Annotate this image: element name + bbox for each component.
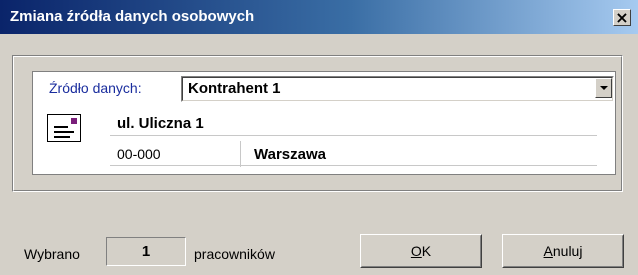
close-button[interactable]: × (613, 9, 631, 26)
title-bar[interactable]: Zmiana źródła danych osobowych × (0, 0, 638, 34)
address-card-icon (47, 114, 81, 142)
label-rest: K (421, 243, 432, 259)
ok-button-label: OK (361, 243, 481, 259)
source-label: Źródło danych: (49, 80, 142, 96)
selected-prefix-label: Wybrano (24, 246, 80, 262)
stamp-mark (71, 118, 77, 124)
cancel-button[interactable]: Anuluj (502, 234, 624, 268)
city-value: Warszawa (254, 146, 326, 163)
source-dropdown[interactable]: Kontrahent 1 (181, 76, 614, 102)
divider (110, 135, 597, 136)
divider (110, 165, 597, 166)
mnemonic: A (543, 243, 553, 259)
close-icon: × (615, 8, 629, 27)
icon-line (54, 126, 68, 128)
selected-count: 1 (106, 237, 186, 266)
chevron-down-icon (600, 86, 608, 90)
label-rest: nuluj (552, 243, 583, 259)
divider (240, 141, 241, 167)
dropdown-button[interactable] (595, 78, 612, 98)
source-selected-value: Kontrahent 1 (188, 80, 281, 97)
dialog-title: Zmiana źródła danych osobowych (10, 8, 255, 25)
icon-line (54, 136, 70, 138)
dialog-window: Zmiana źródła danych osobowych × Źródło … (0, 0, 638, 275)
icon-line (54, 131, 74, 133)
street-value: ul. Uliczna 1 (117, 115, 204, 132)
mnemonic: O (410, 243, 422, 259)
cancel-button-label: Anuluj (503, 243, 623, 259)
ok-button[interactable]: OK (360, 234, 482, 268)
postal-code-value: 00-000 (117, 146, 161, 162)
selected-suffix-label: pracowników (194, 246, 275, 262)
